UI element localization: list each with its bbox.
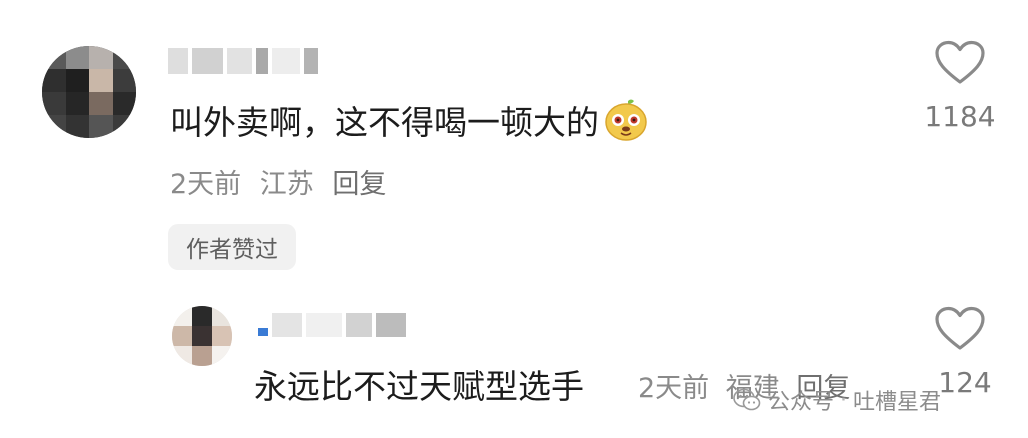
author-liked-badge: 作者赞过 [168,224,296,270]
username-blur [191,48,223,74]
username-blur [346,313,372,337]
wechat-icon [733,388,761,411]
comment-location: 江苏 [259,169,314,200]
reply-avatar[interactable] [172,306,232,366]
like-button[interactable] [934,40,986,86]
comment-meta: 2天前 江苏 回复 [170,162,396,201]
username-blur [255,48,269,74]
comment-body: 叫外卖啊，这不得喝一顿大的 [170,103,599,142]
username-blur [272,313,302,337]
like-button[interactable] [934,306,986,352]
username[interactable]: 小? [168,44,318,78]
like-count: 1184 [924,100,996,133]
avatar[interactable] [42,46,136,138]
username-blur [226,48,252,74]
comment-time: 2天前 [170,169,242,200]
watermark-separator: · [840,387,848,413]
heart-outline-icon [935,306,985,350]
doge-emoji-icon [603,98,649,142]
username-blur [303,48,318,74]
heart-outline-icon [935,40,985,84]
comment-text[interactable]: 叫外卖啊，这不得喝一顿大的 [170,96,649,144]
reply-username[interactable] [258,310,408,340]
username-blur [306,313,342,337]
watermark: 公众号 · 吐槽星君 [732,382,941,418]
reply-button[interactable]: 回复 [332,169,386,200]
username-blur [168,48,188,74]
username-blur [258,328,268,336]
watermark-label: 公众号 [768,390,835,415]
username-blur [272,48,300,74]
username-blur [376,313,406,337]
watermark-account: 吐槽星君 [853,390,942,415]
reply-text[interactable]: 永远比不过天赋型选手 [254,360,584,408]
reply-time: 2天前 [638,373,710,404]
